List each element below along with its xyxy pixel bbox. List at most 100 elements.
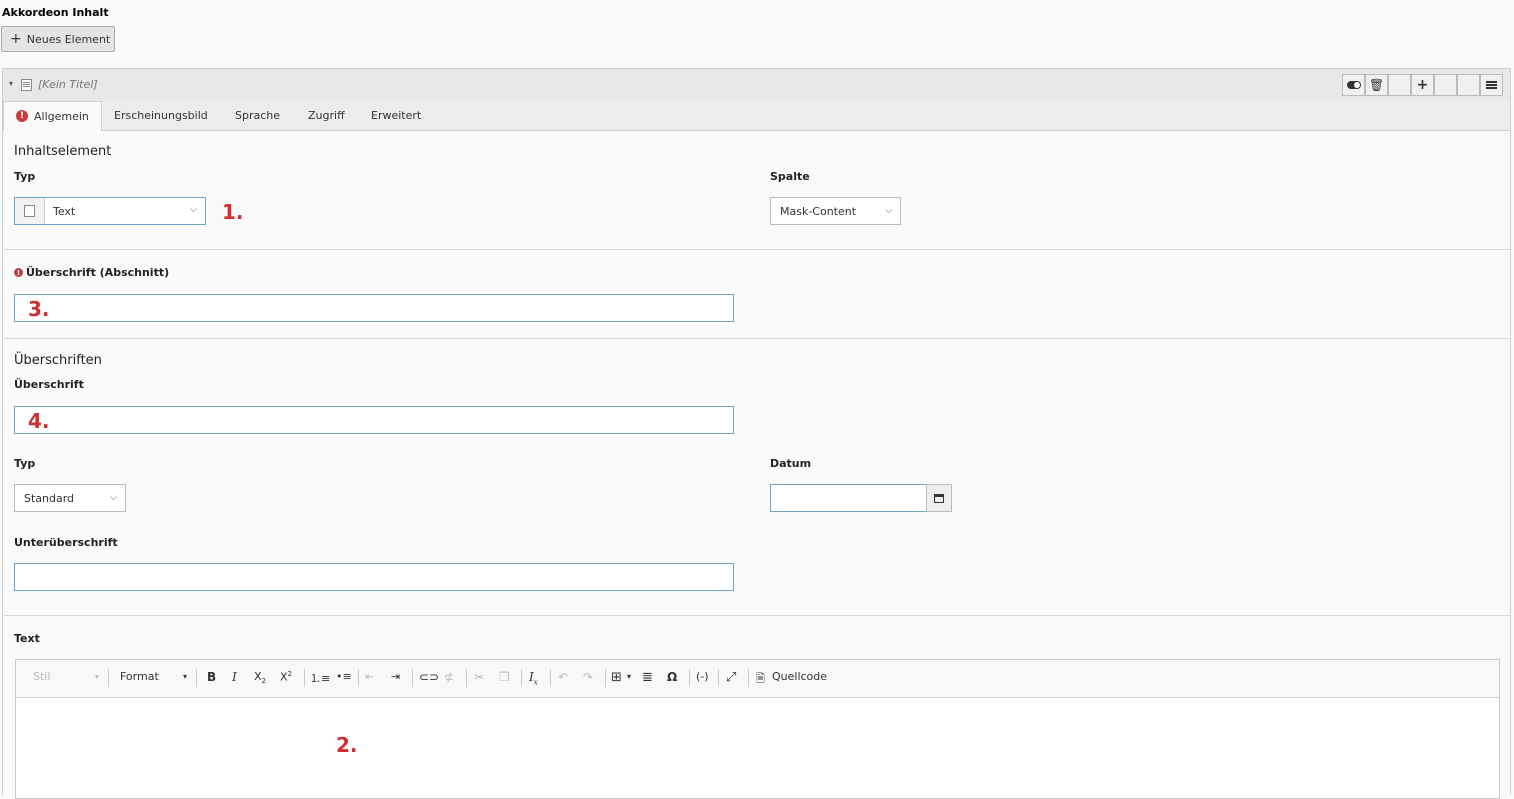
unlink-icon[interactable]: ⊄ (444, 670, 454, 684)
header-typ-label: Typ (14, 457, 36, 470)
content-element-panel: ▾ [Kein Titel] 🗑 + ! Allgemein Erscheinu… (2, 68, 1511, 799)
plus-icon: + (10, 31, 22, 47)
rte-toolbar: Stil ▾ Format ▾ B I X2 X2 ⒈≡ •≡ ⇤ ⇥ ⊂⊃ ⊄… (16, 660, 1499, 698)
separator (304, 669, 305, 687)
add-button[interactable]: + (1411, 74, 1434, 96)
special-char-icon[interactable]: Ω (667, 670, 677, 684)
numbered-list-icon[interactable]: ⒈≡ (310, 670, 330, 686)
horizontal-rule-icon[interactable]: ≣ (642, 670, 653, 685)
tab-erweitert[interactable]: Erweitert (359, 101, 433, 130)
tab-label: Zugriff (308, 109, 345, 122)
tab-label: Allgemein (34, 109, 89, 123)
tab-zugriff[interactable]: Zugriff (296, 101, 357, 130)
unterueberschrift-label: Unterüberschrift (14, 536, 118, 549)
spalte-select[interactable]: Mask-Content ⌵ (770, 197, 901, 225)
unterueberschrift-input[interactable] (14, 563, 734, 591)
separator (108, 669, 109, 687)
new-element-button[interactable]: + Neues Element (1, 26, 115, 52)
ueberschrift-abschnitt-input[interactable] (14, 294, 734, 322)
separator (466, 669, 467, 687)
annotation-3: 3. (28, 297, 50, 321)
outdent-icon[interactable]: ⇤ (365, 670, 374, 683)
calendar-button[interactable] (926, 484, 952, 512)
toggle-visibility-button[interactable] (1342, 74, 1365, 96)
delete-button[interactable]: 🗑 (1365, 74, 1388, 96)
typ-select[interactable]: Text ⌵ (14, 197, 206, 225)
record-title: [Kein Titel] (38, 78, 98, 91)
chevron-down-icon: ▾ (627, 672, 632, 681)
separator (689, 669, 690, 687)
typ-select-value: Text (53, 205, 76, 218)
typ-label: Typ (14, 170, 36, 183)
separator (521, 669, 522, 687)
tab-sprache[interactable]: Sprache (223, 101, 292, 130)
spalte-select-value: Mask-Content (780, 204, 857, 218)
remove-format-icon[interactable]: Ix (529, 670, 538, 686)
header-typ-select[interactable]: Standard ⌵ (14, 484, 126, 512)
annotation-2: 2. (336, 733, 358, 757)
text-label: Text (14, 632, 40, 645)
separator (718, 669, 719, 687)
stil-dropdown[interactable]: Stil (33, 670, 50, 683)
bold-icon[interactable]: B (207, 670, 216, 684)
content-type-icon (15, 198, 45, 224)
table-icon[interactable]: ⊞ (611, 670, 622, 685)
collapse-caret-icon[interactable]: ▾ (9, 79, 13, 88)
empty-action-button[interactable] (1388, 74, 1411, 96)
tab-label: Erweitert (371, 109, 422, 122)
panel-header[interactable]: ▾ [Kein Titel] 🗑 + (3, 69, 1510, 102)
divider (4, 338, 1510, 339)
subscript-icon[interactable]: X2 (254, 670, 266, 685)
soft-hyphen-icon[interactable]: (-) (696, 670, 709, 683)
annotation-1: 1. (222, 200, 244, 224)
separator (358, 669, 359, 687)
ueberschrift-label: Überschrift (14, 378, 84, 391)
drag-handle-button[interactable] (1480, 74, 1503, 96)
format-dropdown[interactable]: Format (120, 670, 159, 683)
hamburger-icon (1486, 84, 1497, 86)
rich-text-editor[interactable]: Stil ▾ Format ▾ B I X2 X2 ⒈≡ •≡ ⇤ ⇥ ⊂⊃ ⊄… (15, 659, 1500, 799)
trash-icon: 🗑 (1368, 78, 1385, 92)
superscript-icon[interactable]: X2 (280, 670, 292, 684)
separator (196, 669, 197, 687)
copy-icon[interactable]: ❐ (499, 670, 510, 684)
quellcode-button[interactable]: Quellcode (772, 670, 827, 683)
datum-input[interactable] (770, 484, 927, 512)
divider (4, 615, 1510, 616)
link-icon[interactable]: ⊂⊃ (419, 670, 439, 684)
ueberschrift-input[interactable] (14, 406, 734, 434)
tab-label: Erscheinungsbild (114, 109, 208, 122)
chevron-down-icon: ▾ (95, 672, 100, 681)
group-title-inhaltselement: Inhaltselement (14, 144, 112, 159)
separator (550, 669, 551, 687)
chevron-down-icon: ▾ (183, 672, 188, 681)
cut-icon[interactable]: ✂ (474, 670, 484, 684)
chevron-down-icon: ⌵ (885, 206, 892, 216)
tab-label: Sprache (235, 109, 281, 122)
bullet-list-icon[interactable]: •≡ (336, 670, 352, 683)
chevron-down-icon: ⌵ (190, 205, 197, 215)
error-icon: ! (14, 268, 23, 277)
redo-icon[interactable]: ↷ (583, 670, 593, 684)
spalte-label: Spalte (770, 170, 810, 183)
ueberschrift-abschnitt-label: Überschrift (Abschnitt) (26, 266, 170, 279)
datum-label: Datum (770, 457, 812, 470)
plus-icon: + (1416, 77, 1429, 93)
calendar-icon (934, 493, 944, 503)
maximize-icon[interactable]: ⤢ (726, 670, 736, 685)
annotation-4: 4. (28, 409, 50, 433)
italic-icon[interactable]: I (232, 670, 237, 684)
tab-bar: ! Allgemein Erscheinungsbild Sprache Zug… (3, 101, 1510, 131)
group-title-ueberschriften: Überschriften (14, 353, 102, 368)
empty-action-button[interactable] (1434, 74, 1457, 96)
separator (412, 669, 413, 687)
empty-action-button[interactable] (1457, 74, 1480, 96)
ueberschrift-abschnitt-label-row: ! Überschrift (Abschnitt) (14, 266, 169, 279)
source-code-icon[interactable]: 🗎 (756, 670, 765, 689)
undo-icon[interactable]: ↶ (558, 670, 568, 684)
tab-allgemein[interactable]: ! Allgemein (3, 101, 102, 131)
content-type-icon (21, 79, 32, 91)
separator (748, 669, 749, 687)
indent-icon[interactable]: ⇥ (391, 670, 400, 683)
tab-erscheinungsbild[interactable]: Erscheinungsbild (102, 101, 220, 130)
